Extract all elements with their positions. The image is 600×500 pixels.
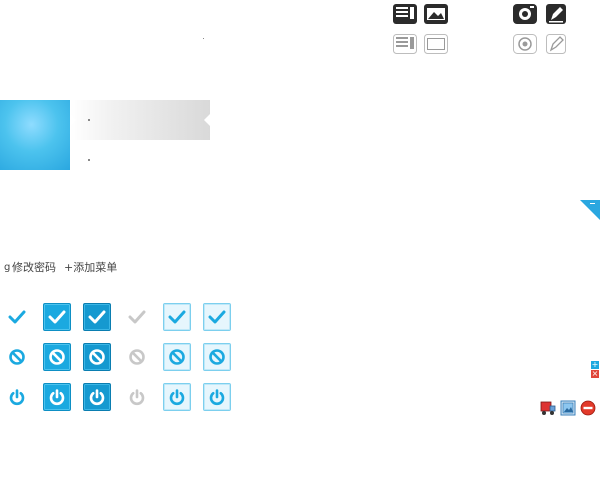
corner-triangle-mark xyxy=(590,203,595,204)
no-entry-button-light[interactable] xyxy=(163,343,191,371)
no-entry-icon-plain[interactable] xyxy=(3,343,31,371)
power-button-light-2[interactable] xyxy=(203,383,231,411)
edit-pen-icon[interactable] xyxy=(543,2,569,26)
banner-notch-right xyxy=(204,114,210,126)
image-icon[interactable] xyxy=(560,400,576,416)
below-banner-dot xyxy=(88,159,90,161)
power-button-light[interactable] xyxy=(163,383,191,411)
no-entry-button-light-2[interactable] xyxy=(203,343,231,371)
mini-plus-button[interactable]: + xyxy=(591,361,599,369)
check-button-light[interactable] xyxy=(163,303,191,331)
remove-icon[interactable] xyxy=(580,400,596,416)
document-list-icon[interactable] xyxy=(392,2,418,26)
check-icon-plain[interactable] xyxy=(3,303,31,331)
blue-gradient-tile xyxy=(0,100,70,170)
image-frame-icon[interactable] xyxy=(423,2,449,26)
power-button-solid-dark[interactable] xyxy=(83,383,111,411)
power-icon-gray[interactable] xyxy=(123,383,151,411)
check-icon-gray[interactable] xyxy=(123,303,151,331)
add-menu-link[interactable]: +添加菜单 xyxy=(64,261,117,275)
power-button-solid[interactable] xyxy=(43,383,71,411)
decorative-dot xyxy=(203,38,204,39)
gray-banner xyxy=(70,100,210,140)
change-password-link[interactable]: 修改密码 xyxy=(12,261,56,275)
mini-close-button[interactable]: × xyxy=(591,370,599,378)
no-entry-button-solid[interactable] xyxy=(43,343,71,371)
no-entry-button-solid-dark[interactable] xyxy=(83,343,111,371)
banner-notch-left xyxy=(70,114,76,126)
no-entry-icon-gray[interactable] xyxy=(123,343,151,371)
truck-icon[interactable] xyxy=(540,400,556,416)
document-list-icon-light[interactable] xyxy=(392,32,418,56)
clipped-prefix: g xyxy=(4,262,11,273)
banner-dot xyxy=(88,119,90,121)
check-button-solid[interactable] xyxy=(43,303,71,331)
check-button-solid-dark[interactable] xyxy=(83,303,111,331)
camera-icon[interactable] xyxy=(512,2,538,26)
power-icon-plain[interactable] xyxy=(3,383,31,411)
camera-icon-light[interactable] xyxy=(512,32,538,56)
check-button-light-2[interactable] xyxy=(203,303,231,331)
image-frame-icon-light[interactable] xyxy=(423,32,449,56)
edit-pen-icon-light[interactable] xyxy=(543,32,569,56)
